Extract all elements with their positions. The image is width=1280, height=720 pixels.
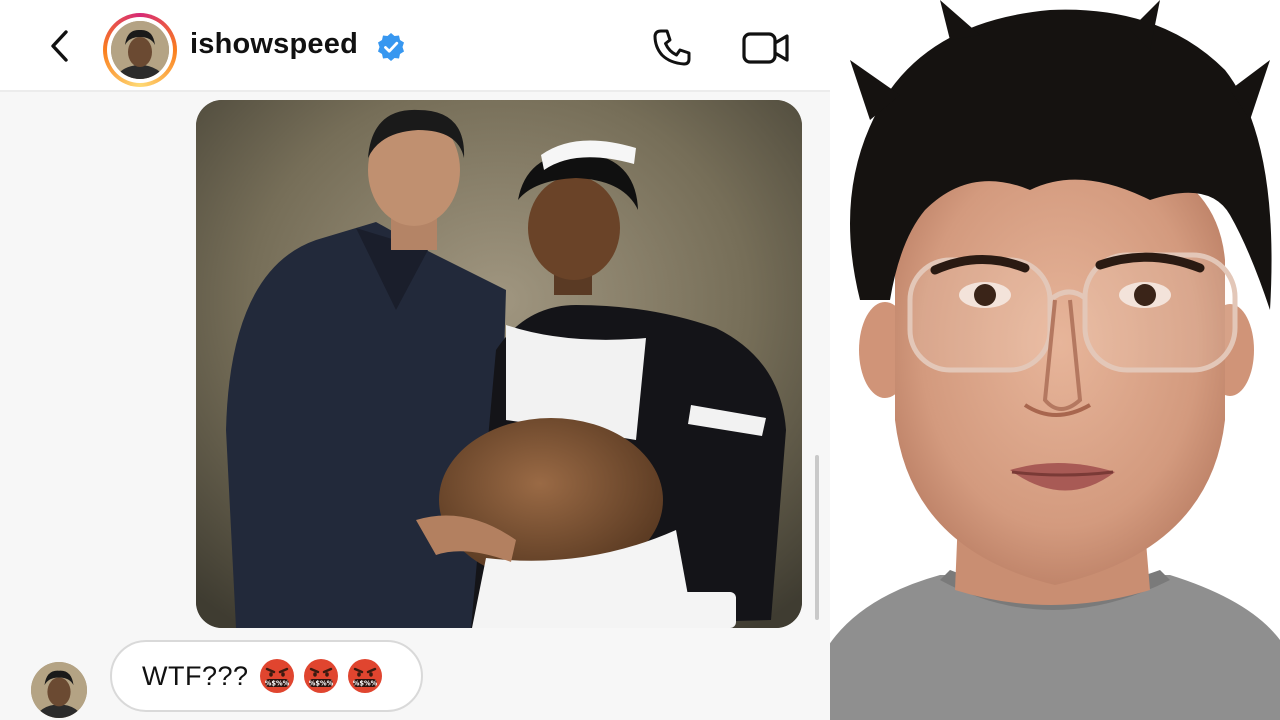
verified-badge-icon: [378, 33, 404, 61]
svg-text:%$%%: %$%%: [308, 680, 333, 688]
face-with-symbols-on-mouth-icon: %$%%: [347, 659, 382, 693]
reaction-face-image: [830, 0, 1280, 720]
chat-header: ishowspeed: [0, 0, 830, 92]
chat-username[interactable]: ishowspeed: [190, 28, 358, 61]
phone-icon: [653, 29, 691, 66]
profile-avatar[interactable]: [103, 13, 177, 87]
svg-text:%$%%: %$%%: [352, 680, 377, 688]
reaction-face-overlay: [830, 0, 1280, 720]
avatar: [111, 21, 169, 79]
chevron-left-icon: [51, 30, 68, 62]
back-button[interactable]: [36, 22, 84, 70]
scrollbar[interactable]: [815, 455, 819, 620]
sender-avatar[interactable]: [31, 662, 87, 718]
video-camera-icon: [742, 32, 789, 64]
voice-call-button[interactable]: [648, 24, 696, 72]
video-call-button[interactable]: [740, 24, 792, 72]
svg-text:%$%%: %$%%: [264, 680, 289, 688]
chat-panel: ishowspeed WTF??? %$%% %$%% %$%%: [0, 0, 830, 720]
photo: [196, 100, 802, 628]
image-message[interactable]: [196, 100, 802, 628]
message-text: WTF???: [142, 660, 249, 691]
emoji-group: %$%% %$%% %$%%: [259, 658, 383, 694]
face-with-symbols-on-mouth-icon: %$%%: [303, 659, 338, 693]
text-message[interactable]: WTF??? %$%% %$%% %$%%: [110, 640, 423, 712]
face-with-symbols-on-mouth-icon: %$%%: [259, 659, 294, 693]
